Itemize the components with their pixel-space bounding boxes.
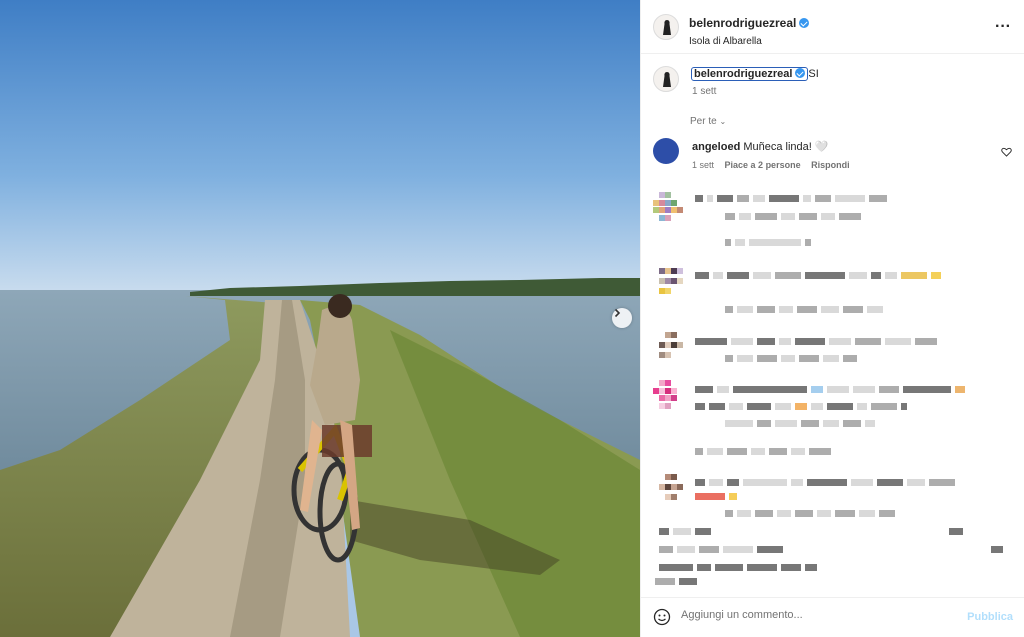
redacted-comment [725,239,811,246]
commenter-avatar[interactable] [653,138,679,164]
comment-time[interactable]: 1 sett [692,160,714,170]
caption-author-avatar[interactable] [653,66,679,92]
redacted-comment [695,448,831,455]
chevron-down-icon: ⌄ [719,117,727,126]
comment-username[interactable]: angeloed [692,141,740,153]
caption-text: SI [808,68,819,80]
caption-username[interactable]: belenrodriguezreal [694,68,792,80]
sort-comments-dropdown[interactable]: Per te ⌄ [690,116,726,127]
redacted-comment [659,528,963,535]
more-options-icon[interactable]: ··· [995,18,1011,36]
redacted-comment [659,546,1003,553]
redacted-comment [695,493,737,500]
comment-composer: Pubblica [641,597,1024,637]
next-photo-button[interactable] [612,308,632,328]
comment-meta: 1 sett Piace a 2 persone Rispondi [692,160,850,170]
redacted-avatar [653,192,683,222]
redacted-comment [655,578,697,585]
redacted-avatar [653,380,683,410]
caption: belenrodriguezreal SI [691,67,819,81]
verified-badge-icon [799,18,810,28]
redacted-comment [695,403,907,410]
comment: angeloed Muñeca linda! 🤍 [692,140,829,153]
post-header: belenrodriguezreal Isola di Albarella ··… [641,0,1024,54]
post-location[interactable]: Isola di Albarella [689,36,809,47]
redacted-avatar [659,332,689,362]
redacted-comment [695,386,965,393]
post-photo[interactable] [0,0,640,637]
comment-input[interactable] [681,609,951,621]
publish-button[interactable]: Pubblica [967,611,1013,623]
redacted-comment [695,195,887,202]
caption-time[interactable]: 1 sett [692,86,716,97]
redacted-comment [695,479,955,486]
redacted-comment [725,510,895,517]
post-side-panel: belenrodriguezreal Isola di Albarella ··… [640,0,1024,637]
redacted-comment [659,564,817,571]
heart-icon[interactable] [1001,144,1012,162]
author-username[interactable]: belenrodriguezreal [689,16,796,30]
redacted-avatar [659,474,689,504]
redacted-comment [725,306,883,313]
redacted-comment [725,420,875,427]
reply-button[interactable]: Rispondi [811,160,850,170]
redacted-comment [725,355,857,362]
sort-label: Per te [690,116,717,127]
verified-badge-icon [795,68,806,78]
redacted-comment [725,213,861,220]
redacted-comment [695,272,941,279]
comment-likes[interactable]: Piace a 2 persone [725,160,801,170]
photo-scene [0,0,640,637]
comment-text: Muñeca linda! 🤍 [743,141,829,153]
redacted-comment [695,338,937,345]
redacted-avatar [659,268,689,298]
emoji-icon[interactable] [653,608,671,631]
author-avatar[interactable] [653,14,679,40]
